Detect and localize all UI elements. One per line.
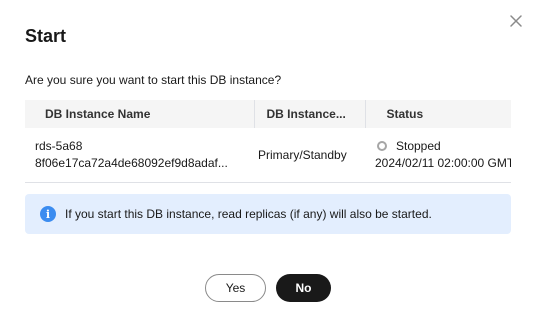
table-header-row: DB Instance Name DB Instance... Status (25, 100, 511, 128)
column-header-name: DB Instance Name (25, 100, 254, 128)
dialog-title: Start (25, 26, 67, 46)
instance-name: rds-5a68 (35, 138, 83, 153)
instance-table: DB Instance Name DB Instance... Status r… (25, 100, 511, 184)
instance-status-cell: Stopped 2024/02/11 02:00:00 GMT (365, 128, 511, 183)
table-row: rds-5a68 8f06e17ca72a4de68092ef9d8adaf..… (25, 128, 511, 183)
instance-name-cell: rds-5a68 8f06e17ca72a4de68092ef9d8adaf..… (25, 128, 254, 183)
instance-type-cell: Primary/Standby (254, 128, 365, 183)
no-button[interactable]: No (276, 274, 331, 302)
yes-button[interactable]: Yes (205, 274, 266, 302)
close-icon[interactable] (508, 13, 524, 29)
confirm-question: Are you sure you want to start this DB i… (25, 73, 282, 87)
start-dialog: Start Are you sure you want to start thi… (0, 0, 538, 332)
status-time: 2024/02/11 02:00:00 GMT (375, 155, 511, 170)
instance-type: Primary/Standby (258, 147, 347, 162)
info-icon: i (40, 206, 56, 222)
status-text: Stopped (396, 138, 441, 153)
stopped-status-icon (377, 141, 387, 152)
instance-id: 8f06e17ca72a4de68092ef9d8adaf... (35, 155, 228, 170)
info-notice-text: If you start this DB instance, read repl… (65, 207, 432, 221)
info-notice: i If you start this DB instance, read re… (25, 194, 511, 234)
column-header-status: Status (364, 100, 511, 128)
column-header-type: DB Instance... (253, 100, 365, 128)
